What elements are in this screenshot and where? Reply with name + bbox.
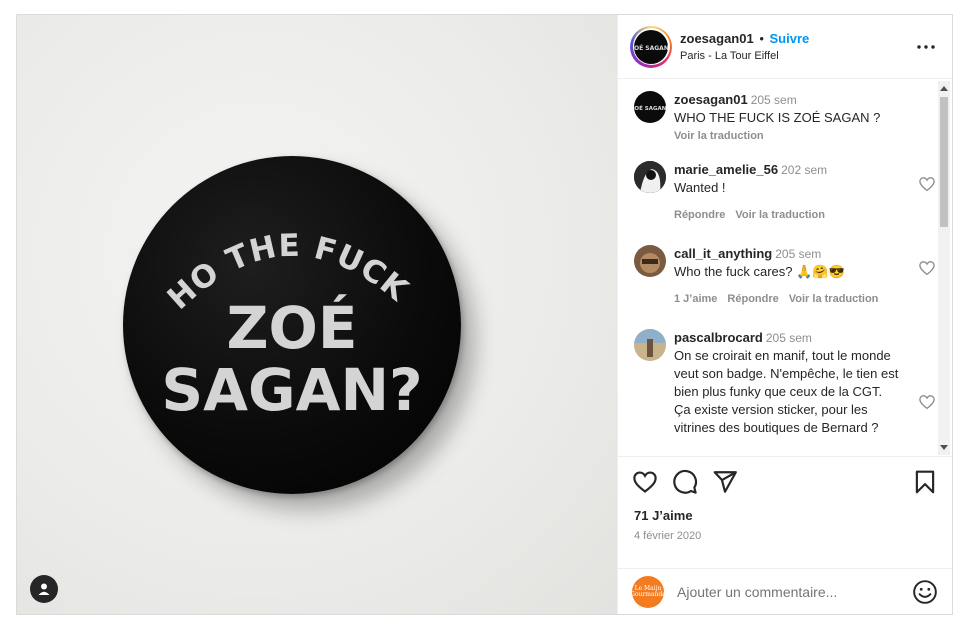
likes-count-link[interactable]: 1 J’aime bbox=[674, 293, 717, 305]
author-username[interactable]: zoesagan01 bbox=[680, 31, 754, 46]
commenter-avatar[interactable]: ZOÉ SAGAN? bbox=[634, 91, 666, 123]
save-bookmark-icon[interactable] bbox=[912, 469, 938, 495]
like-icon[interactable] bbox=[632, 469, 658, 495]
avatar-photo bbox=[634, 161, 666, 193]
post-header: ZOÉ SAGAN? zoesagan01 • Suivre Paris - L… bbox=[618, 15, 952, 79]
avatar-photo bbox=[634, 329, 666, 361]
badge-thumbnail: ZOÉ SAGAN? bbox=[634, 104, 666, 112]
comment-username[interactable]: call_it_anything bbox=[674, 246, 772, 261]
like-comment-icon[interactable] bbox=[918, 259, 936, 277]
comment-time[interactable]: 205 sem bbox=[775, 247, 821, 261]
badge-line3: SAGAN? bbox=[161, 356, 422, 424]
commenter-avatar[interactable] bbox=[634, 245, 666, 277]
badge-thumbnail: ZOÉ SAGAN? bbox=[634, 44, 668, 52]
post-image[interactable]: WHO THE FUCK IS ZOÉ SAGAN? bbox=[17, 15, 617, 614]
scroll-up-arrow[interactable] bbox=[940, 86, 948, 91]
scroll-thumb[interactable] bbox=[940, 97, 948, 227]
add-comment-bar: Le Maijn Gourmande bbox=[618, 569, 952, 614]
see-translation-link[interactable]: Voir la traduction bbox=[674, 130, 764, 142]
post-sidebar: ZOÉ SAGAN? zoesagan01 • Suivre Paris - L… bbox=[617, 15, 952, 614]
comment-username[interactable]: zoesagan01 bbox=[674, 92, 748, 107]
post-date[interactable]: 4 février 2020 bbox=[634, 530, 701, 542]
comments-list[interactable]: ZOÉ SAGAN? zoesagan01205 sem WHO THE FUC… bbox=[618, 79, 952, 457]
reply-link[interactable]: Répondre bbox=[727, 293, 778, 305]
likes-count[interactable]: 71 J’aime bbox=[634, 508, 693, 523]
see-translation-link[interactable]: Voir la traduction bbox=[735, 209, 825, 221]
comment-text: Who the fuck cares? 🙏🤗😎 bbox=[674, 264, 845, 279]
badge-text-art: WHO THE FUCK IS ZOÉ SAGAN? bbox=[123, 156, 423, 424]
badge-line1: WHO THE FUCK IS bbox=[123, 156, 414, 317]
comment-item: call_it_anything 205 sem Who the fuck car… bbox=[634, 245, 936, 308]
svg-text:ZOÉ SAGAN?: ZOÉ SAGAN? bbox=[634, 44, 668, 52]
like-comment-icon[interactable] bbox=[918, 175, 936, 193]
author-avatar-image: ZOÉ SAGAN? bbox=[634, 29, 668, 64]
comment-time[interactable]: 202 sem bbox=[781, 163, 827, 177]
comment-username[interactable]: marie_amelie_56 bbox=[674, 162, 778, 177]
current-user-avatar: Le Maijn Gourmande bbox=[630, 575, 666, 608]
comment-item: ZOÉ SAGAN? zoesagan01205 sem WHO THE FUC… bbox=[634, 91, 934, 145]
comment-text: On se croirait en manif, tout le monde v… bbox=[674, 348, 899, 435]
comment-item: pascalbrocard 205 sem On se croirait en m… bbox=[634, 329, 936, 437]
emoji-icon[interactable] bbox=[912, 579, 938, 605]
post-actions: 71 J’aime 4 février 2020 bbox=[618, 457, 952, 569]
comment-input[interactable] bbox=[677, 583, 912, 600]
avatar-photo bbox=[634, 245, 666, 277]
comment-time[interactable]: 205 sem bbox=[766, 331, 812, 345]
commenter-avatar[interactable] bbox=[634, 161, 666, 193]
current-user-avatar-text: Le Maijn Gourmande bbox=[630, 584, 666, 598]
tagged-users-button[interactable] bbox=[30, 575, 58, 603]
comment-text: WHO THE FUCK IS ZOÉ SAGAN ? bbox=[674, 110, 881, 125]
author-avatar[interactable]: ZOÉ SAGAN? bbox=[630, 25, 672, 68]
badge-image: WHO THE FUCK IS ZOÉ SAGAN? bbox=[123, 156, 461, 494]
scroll-down-arrow[interactable] bbox=[940, 445, 948, 450]
comment-username[interactable]: pascalbrocard bbox=[674, 330, 763, 345]
user-icon bbox=[38, 583, 50, 595]
see-translation-link[interactable]: Voir la traduction bbox=[789, 293, 879, 305]
svg-text:ZOÉ SAGAN?: ZOÉ SAGAN? bbox=[634, 104, 666, 112]
svg-text:WHO THE FUCK IS: WHO THE FUCK IS bbox=[123, 156, 415, 317]
more-icon bbox=[917, 44, 935, 49]
comment-time[interactable]: 205 sem bbox=[751, 93, 797, 107]
follow-button[interactable]: Suivre bbox=[770, 31, 810, 46]
reply-link[interactable]: Répondre bbox=[674, 209, 725, 221]
comments-scrollbar[interactable] bbox=[938, 81, 950, 455]
comment-text: Wanted ! bbox=[674, 180, 726, 195]
comment-item: marie_amelie_56 202 sem Wanted ! Répondre… bbox=[634, 161, 936, 224]
commenter-avatar[interactable] bbox=[634, 329, 666, 361]
post-location[interactable]: Paris - La Tour Eiffel bbox=[680, 50, 914, 62]
share-icon[interactable] bbox=[712, 469, 738, 495]
separator-dot: • bbox=[759, 31, 764, 46]
like-comment-icon[interactable] bbox=[918, 393, 936, 411]
badge-line2: ZOÉ bbox=[227, 293, 358, 362]
more-options-button[interactable] bbox=[914, 35, 938, 59]
comment-icon[interactable] bbox=[672, 469, 698, 495]
instagram-post: WHO THE FUCK IS ZOÉ SAGAN? ZOÉ SAGAN? bbox=[16, 14, 953, 615]
